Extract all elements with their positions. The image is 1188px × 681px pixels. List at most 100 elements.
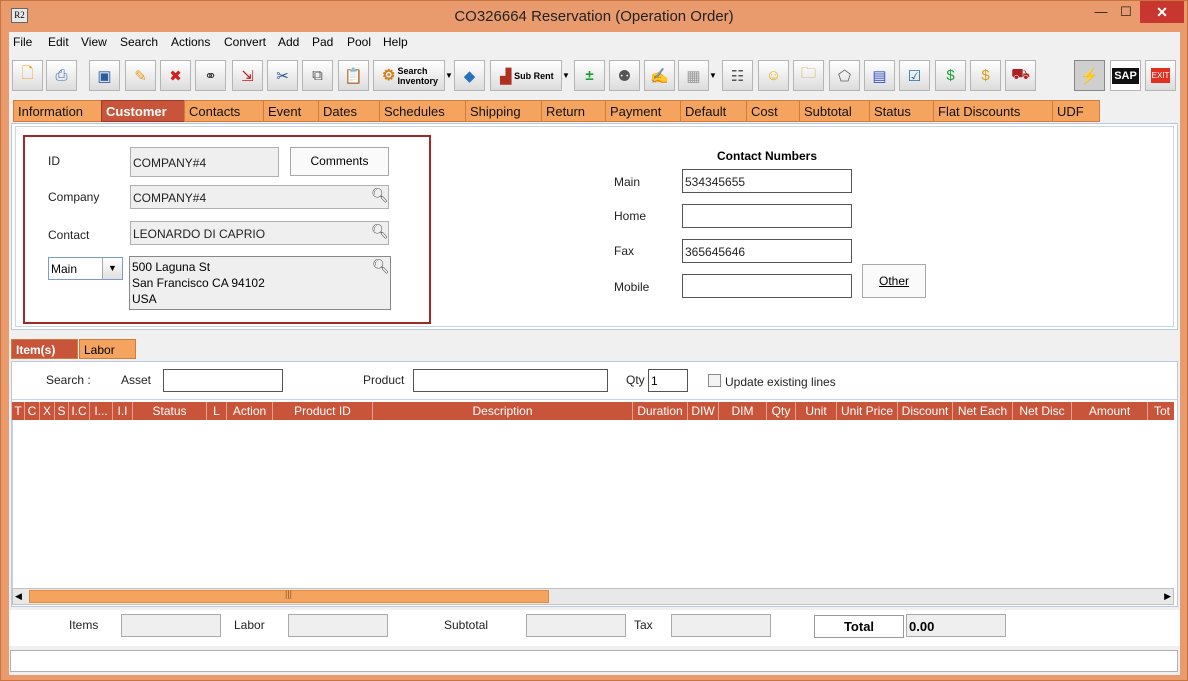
tab-flat-discounts[interactable]: Flat Discounts: [933, 100, 1053, 122]
print-icon[interactable]: ⎙: [46, 60, 77, 91]
power-plug-icon[interactable]: ⚡: [1074, 60, 1105, 91]
checklist-icon[interactable]: ☑: [899, 60, 930, 91]
tab-contacts[interactable]: Contacts: [184, 100, 264, 122]
cut-icon[interactable]: ✂: [267, 60, 298, 91]
col-duration[interactable]: Duration: [633, 402, 688, 420]
col-unit[interactable]: Unit: [796, 402, 837, 420]
maximize-button[interactable]: ☐: [1112, 1, 1140, 23]
calendar-dropdown-icon[interactable]: ▼: [709, 60, 717, 91]
money-forward-icon[interactable]: $: [935, 60, 966, 91]
scroll-right-icon[interactable]: ▶: [1164, 589, 1171, 604]
qty-input[interactable]: 1: [648, 369, 688, 392]
col-net-each[interactable]: Net Each: [953, 402, 1013, 420]
product-input[interactable]: [413, 369, 608, 392]
truck-icon[interactable]: ⛟: [1005, 60, 1036, 91]
mobile-field[interactable]: [682, 274, 852, 298]
tab-subtotal[interactable]: Subtotal: [799, 100, 870, 122]
col-ic[interactable]: I.C: [69, 402, 90, 420]
search-inventory-dropdown-icon[interactable]: ▼: [445, 60, 453, 91]
chevron-down-icon[interactable]: ▼: [102, 258, 122, 279]
col-dim[interactable]: DIM: [719, 402, 767, 420]
copy-icon[interactable]: ⧉: [302, 60, 333, 91]
convert-document-icon[interactable]: ⇲: [232, 60, 263, 91]
menu-edit[interactable]: Edit: [48, 35, 69, 49]
edit-pencil-icon[interactable]: ✎: [125, 60, 156, 91]
add-line-icon[interactable]: ±: [574, 60, 605, 91]
main-phone-field[interactable]: 534345655: [682, 169, 852, 193]
stacked-boxes-icon[interactable]: ▤: [864, 60, 895, 91]
calendar-disabled-icon[interactable]: ▦: [678, 60, 709, 91]
help-balls-icon[interactable]: ⚉: [609, 60, 640, 91]
save-icon[interactable]: ▣: [89, 60, 120, 91]
tab-customer[interactable]: Customer: [101, 100, 185, 122]
update-lines-checkbox[interactable]: [708, 374, 721, 387]
col-l[interactable]: L: [207, 402, 227, 420]
tab-udf[interactable]: UDF: [1052, 100, 1100, 122]
col-qty[interactable]: Qty: [767, 402, 796, 420]
col-i-ellipsis[interactable]: I...: [90, 402, 113, 420]
search-inventory-button[interactable]: ⚙ Search Inventory: [373, 60, 445, 91]
sap-button[interactable]: SAP: [1110, 60, 1141, 91]
new-document-icon[interactable]: 🗋: [12, 60, 43, 91]
title-bar[interactable]: R2 CO326664 Reservation (Operation Order…: [1, 1, 1187, 32]
col-discount[interactable]: Discount: [898, 402, 953, 420]
horizontal-scrollbar[interactable]: ◀ ||| ▶: [12, 588, 1174, 605]
exit-button[interactable]: EXIT: [1145, 60, 1176, 91]
col-action[interactable]: Action: [227, 402, 273, 420]
menu-search[interactable]: Search: [120, 35, 158, 49]
sub-rent-button[interactable]: ▟ Sub Rent: [490, 60, 562, 91]
asset-input[interactable]: [163, 369, 283, 392]
col-status[interactable]: Status: [133, 402, 207, 420]
money-stack-icon[interactable]: $: [970, 60, 1001, 91]
address-field[interactable]: 500 Laguna St San Francisco CA 94102 USA: [129, 256, 391, 310]
items-grid-body[interactable]: [12, 420, 1174, 588]
col-unit-price[interactable]: Unit Price: [837, 402, 898, 420]
col-diw[interactable]: DIW: [688, 402, 719, 420]
menu-file[interactable]: File: [13, 35, 32, 49]
menu-add[interactable]: Add: [278, 35, 299, 49]
scroll-left-icon[interactable]: ◀: [15, 589, 22, 604]
tab-status[interactable]: Status: [869, 100, 934, 122]
folder-clock-icon[interactable]: 🗀: [793, 60, 824, 91]
subtab-labor[interactable]: Labor: [79, 339, 136, 359]
home-phone-field[interactable]: [682, 204, 852, 228]
notes-icon[interactable]: ✍: [644, 60, 675, 91]
id-field[interactable]: COMPANY#4: [130, 147, 279, 177]
delete-icon[interactable]: ✖: [160, 60, 191, 91]
col-c[interactable]: C: [25, 402, 40, 420]
tab-information[interactable]: Information: [13, 100, 102, 122]
smiley-icon[interactable]: ☺: [758, 60, 789, 91]
col-net-disc[interactable]: Net Disc: [1013, 402, 1072, 420]
binoculars-icon[interactable]: ⚭: [195, 60, 226, 91]
menu-actions[interactable]: Actions: [171, 35, 210, 49]
menu-convert[interactable]: Convert: [224, 35, 266, 49]
subtab-items[interactable]: Item(s): [11, 339, 78, 359]
col-ii[interactable]: I.I: [113, 402, 133, 420]
col-t[interactable]: T: [12, 402, 25, 420]
col-product-id[interactable]: Product ID: [273, 402, 373, 420]
close-button[interactable]: ✕: [1140, 1, 1184, 23]
address-type-select[interactable]: Main ▼: [48, 257, 123, 280]
sub-rent-dropdown-icon[interactable]: ▼: [562, 60, 570, 91]
menu-view[interactable]: View: [81, 35, 107, 49]
tab-cost[interactable]: Cost: [746, 100, 800, 122]
tab-schedules[interactable]: Schedules: [379, 100, 466, 122]
menu-pad[interactable]: Pad: [312, 35, 333, 49]
tab-return[interactable]: Return: [541, 100, 606, 122]
minimize-button[interactable]: —: [1087, 1, 1115, 23]
tab-dates[interactable]: Dates: [318, 100, 380, 122]
other-button[interactable]: Other: [862, 264, 926, 298]
paste-icon[interactable]: 📋: [338, 60, 369, 91]
eraser-icon[interactable]: ⬠: [829, 60, 860, 91]
col-s[interactable]: S: [55, 402, 69, 420]
company-search-icon[interactable]: 🔍︎: [371, 187, 389, 204]
hierarchy-icon[interactable]: ☷: [722, 60, 753, 91]
tab-event[interactable]: Event: [263, 100, 319, 122]
tab-default[interactable]: Default: [680, 100, 747, 122]
shapes-icon[interactable]: ◆: [454, 60, 485, 91]
col-description[interactable]: Description: [373, 402, 633, 420]
company-field[interactable]: COMPANY#4: [130, 185, 389, 209]
address-search-icon[interactable]: 🔍︎: [372, 258, 390, 275]
menu-help[interactable]: Help: [383, 35, 408, 49]
contact-search-icon[interactable]: 🔍︎: [371, 223, 389, 240]
